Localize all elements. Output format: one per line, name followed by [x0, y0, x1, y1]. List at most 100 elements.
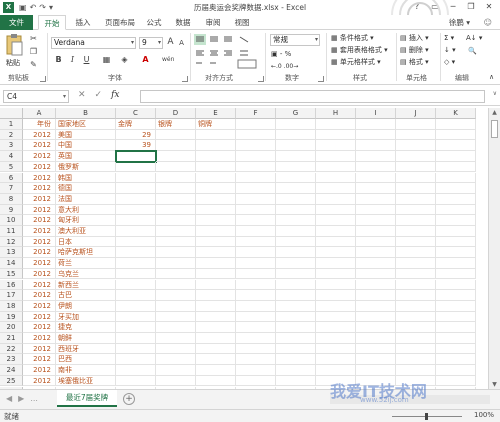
tab-home[interactable]: 开始 [38, 15, 66, 30]
row-header[interactable]: 23 [0, 354, 23, 366]
font-name-select[interactable]: Verdana ▾ [51, 37, 136, 49]
grid-cell[interactable] [276, 119, 316, 130]
alignment-launcher-icon[interactable] [258, 76, 264, 82]
grid-cell[interactable] [116, 204, 156, 216]
grid-cell[interactable]: 2012 [23, 279, 56, 291]
grid-cell[interactable] [356, 215, 396, 226]
grid-cell[interactable] [196, 354, 236, 366]
grid-cell[interactable]: 伊朗 [56, 300, 116, 312]
grid-cell[interactable] [196, 375, 236, 387]
grid-cell[interactable] [316, 290, 356, 301]
grid-cell[interactable] [316, 279, 356, 291]
grid-cell[interactable] [196, 151, 236, 162]
collapse-ribbon-icon[interactable]: ∧ [486, 72, 497, 83]
grid-cell[interactable] [276, 226, 316, 237]
grid-cell[interactable] [436, 193, 476, 205]
grid-cell[interactable]: 2012 [23, 311, 56, 323]
number-launcher-icon[interactable] [318, 76, 324, 82]
row-header[interactable]: 16 [0, 279, 23, 291]
grid-cell[interactable]: 2012 [23, 204, 56, 216]
copy-icon[interactable]: ❐ [28, 46, 39, 57]
paste-icon[interactable] [5, 33, 23, 57]
grid-cell[interactable] [316, 140, 356, 152]
grid-cell[interactable] [436, 129, 476, 141]
grid-cell[interactable] [116, 183, 156, 194]
grid-cell[interactable]: 2012 [23, 161, 56, 173]
grid-cell[interactable] [156, 247, 196, 259]
grid-cell[interactable] [116, 311, 156, 323]
decimal-buttons[interactable]: ←.0 .00→ [271, 61, 298, 72]
grid-cell[interactable] [196, 161, 236, 173]
grid-cell[interactable] [356, 119, 396, 130]
bold-button[interactable]: B [53, 54, 64, 65]
grid-cell[interactable]: 牙买加 [56, 311, 116, 323]
grid-cell[interactable]: 2012 [23, 300, 56, 312]
grid-cell[interactable] [116, 193, 156, 205]
grid-cell[interactable] [356, 365, 396, 376]
grid-cell[interactable]: 2012 [23, 140, 56, 152]
grid-cell[interactable] [116, 258, 156, 269]
grid-cell[interactable]: 2012 [23, 343, 56, 355]
insert-cells-button[interactable]: ▤ 插入 ▾ [400, 33, 429, 44]
grow-font-icon[interactable]: A [165, 37, 176, 48]
grid-cell[interactable] [156, 322, 196, 333]
expand-formula-icon[interactable]: ∨ [493, 90, 497, 97]
grid-cell[interactable] [396, 140, 436, 152]
grid-cell[interactable] [316, 311, 356, 323]
grid-cell[interactable] [436, 258, 476, 269]
clipboard-launcher-icon[interactable] [40, 76, 46, 82]
grid-cell[interactable]: 2012 [23, 322, 56, 333]
grid-cell[interactable] [236, 172, 276, 184]
grid-cell[interactable] [436, 215, 476, 226]
grid-cell[interactable]: 2012 [23, 193, 56, 205]
grid-cell[interactable] [436, 226, 476, 237]
grid-cell[interactable] [356, 247, 396, 259]
grid-cell[interactable] [436, 311, 476, 323]
grid-cell[interactable] [115, 150, 157, 163]
row-header[interactable]: 14 [0, 258, 23, 269]
column-header-i[interactable]: I [356, 108, 396, 119]
grid-cell[interactable] [116, 322, 156, 333]
grid-cell[interactable] [356, 193, 396, 205]
zoom-slider-knob[interactable] [425, 413, 428, 420]
grid-cell[interactable] [396, 204, 436, 216]
row-header[interactable]: 7 [0, 183, 23, 194]
close-icon[interactable]: ✕ [480, 0, 498, 14]
column-header-a[interactable]: A [23, 108, 56, 119]
row-header[interactable]: 24 [0, 365, 23, 376]
delete-cells-button[interactable]: ▤ 删除 ▾ [400, 45, 429, 56]
grid-cell[interactable]: 匈牙利 [56, 215, 116, 226]
column-header-j[interactable]: J [396, 108, 436, 119]
grid-cell[interactable] [356, 236, 396, 248]
grid-cell[interactable] [396, 268, 436, 280]
row-header[interactable]: 21 [0, 333, 23, 344]
grid-cell[interactable] [276, 247, 316, 259]
grid-cell[interactable] [316, 343, 356, 355]
grid-cell[interactable] [156, 236, 196, 248]
grid-cell[interactable]: 美国 [56, 129, 116, 141]
grid-cell[interactable]: 铜牌 [196, 119, 236, 130]
grid-cell[interactable]: 2012 [23, 333, 56, 344]
grid-cell[interactable]: 2012 [23, 354, 56, 366]
grid-cell[interactable]: 2012 [23, 183, 56, 194]
font-size-select[interactable]: 9 ▾ [139, 37, 163, 49]
shrink-font-icon[interactable]: A [176, 38, 187, 49]
grid-cell[interactable] [156, 172, 196, 184]
sheet-tab-active[interactable]: 最近7届奖牌 [57, 390, 117, 407]
grid-cell[interactable] [436, 268, 476, 280]
grid-cell[interactable] [436, 204, 476, 216]
grid-cell[interactable] [436, 247, 476, 259]
grid-cell[interactable]: 2012 [23, 215, 56, 226]
grid-cell[interactable] [196, 365, 236, 376]
grid-cell[interactable] [316, 204, 356, 216]
grid-cell[interactable] [196, 215, 236, 226]
grid-cell[interactable] [196, 183, 236, 194]
grid-cell[interactable] [356, 183, 396, 194]
grid-cell[interactable] [156, 161, 196, 173]
grid-cell[interactable] [196, 311, 236, 323]
grid-cell[interactable] [316, 161, 356, 173]
grid-cell[interactable]: 荷兰 [56, 258, 116, 269]
feedback-icon[interactable]: ☺ [484, 15, 492, 30]
grid-cell[interactable] [116, 365, 156, 376]
grid-cell[interactable] [356, 258, 396, 269]
